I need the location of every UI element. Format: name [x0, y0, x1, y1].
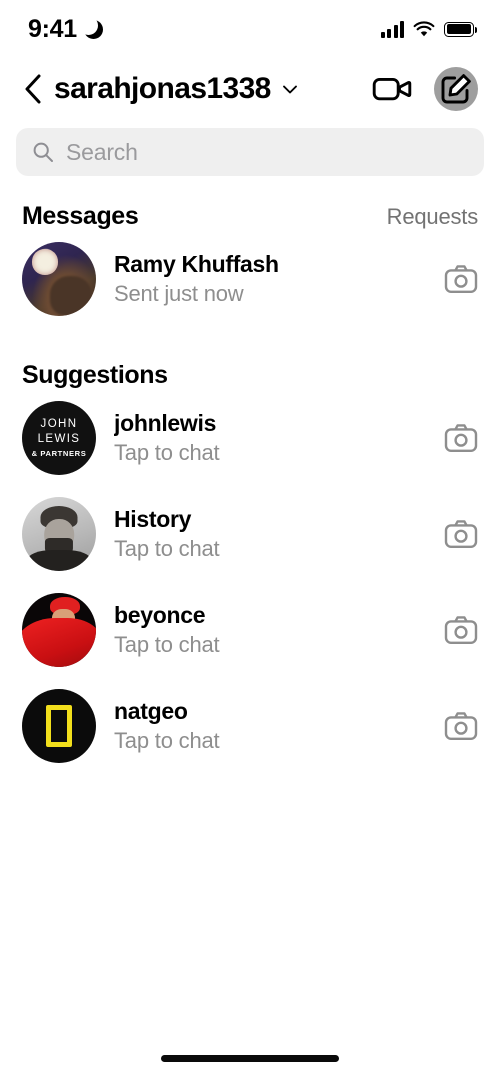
- chevron-down-icon[interactable]: [280, 79, 300, 99]
- requests-link[interactable]: Requests: [387, 204, 479, 230]
- list-item-subtitle: Tap to chat: [114, 728, 220, 753]
- back-chevron-icon[interactable]: [22, 73, 44, 105]
- list-item-name: History: [114, 506, 192, 532]
- logo-line-3: & PARTNERS: [31, 448, 87, 458]
- battery-full-icon: [444, 21, 478, 37]
- list-item-text: johnlewis Tap to chat: [114, 410, 426, 466]
- list-item-name: Ramy Khuffash: [114, 251, 279, 277]
- list-item-text: Ramy Khuffash Sent just now: [114, 251, 426, 307]
- app-header: sarahjonas1338: [0, 58, 500, 120]
- compose-message-button[interactable]: [434, 67, 478, 111]
- cellular-signal-icon: [380, 20, 404, 38]
- status-bar-time: 9:41: [28, 14, 77, 43]
- home-indicator: [161, 1055, 339, 1062]
- list-item-subtitle: Tap to chat: [114, 632, 220, 657]
- logo-line-2: LEWIS: [37, 433, 81, 445]
- suggestion-list-item[interactable]: History Tap to chat: [0, 486, 500, 582]
- logo-line-1: JOHN: [40, 418, 78, 431]
- camera-icon[interactable]: [444, 615, 478, 645]
- list-item-name: natgeo: [114, 698, 188, 724]
- camera-icon[interactable]: [444, 423, 478, 453]
- wifi-icon: [413, 21, 435, 36]
- list-item-subtitle: Tap to chat: [114, 440, 220, 465]
- compose-message-icon: [441, 74, 471, 104]
- suggestion-list-item[interactable]: natgeo Tap to chat: [0, 678, 500, 774]
- instagram-direct-messages-screen: 9:41 sarahjonas1338 Search Messages Requ…: [0, 0, 500, 1080]
- list-item-text: beyonce Tap to chat: [114, 602, 426, 658]
- list-item-text: natgeo Tap to chat: [114, 698, 426, 754]
- avatar: [22, 689, 96, 763]
- camera-icon[interactable]: [444, 519, 478, 549]
- search-placeholder: Search: [66, 138, 138, 165]
- message-list-item[interactable]: Ramy Khuffash Sent just now: [0, 231, 500, 327]
- suggestion-list-item[interactable]: JOHN LEWIS & PARTNERS johnlewis Tap to c…: [0, 390, 500, 486]
- list-item-subtitle: Tap to chat: [114, 536, 220, 561]
- page-title[interactable]: sarahjonas1338: [54, 72, 271, 106]
- camera-icon[interactable]: [444, 711, 478, 741]
- messages-title: Messages: [22, 202, 139, 230]
- messages-section-header: Messages Requests: [0, 176, 500, 231]
- search-container: Search: [0, 120, 500, 176]
- avatar: JOHN LEWIS & PARTNERS: [22, 401, 96, 475]
- status-bar-left: 9:41: [28, 15, 103, 44]
- avatar: [22, 593, 96, 667]
- avatar: [22, 497, 96, 571]
- list-item-name: johnlewis: [114, 410, 217, 436]
- list-item-text: History Tap to chat: [114, 506, 426, 562]
- video-camera-icon[interactable]: [372, 74, 412, 104]
- camera-icon[interactable]: [444, 264, 478, 294]
- search-icon: [33, 142, 53, 162]
- suggestion-list-item[interactable]: beyonce Tap to chat: [0, 582, 500, 678]
- list-item-name: beyonce: [114, 602, 206, 628]
- search-input[interactable]: Search: [16, 128, 484, 176]
- avatar: [22, 242, 96, 316]
- list-item-subtitle: Sent just now: [114, 281, 244, 306]
- suggestions-title: Suggestions: [22, 361, 168, 389]
- status-bar-right: [380, 20, 478, 38]
- crescent-moon-icon: [78, 15, 103, 39]
- status-bar: 9:41: [0, 0, 500, 58]
